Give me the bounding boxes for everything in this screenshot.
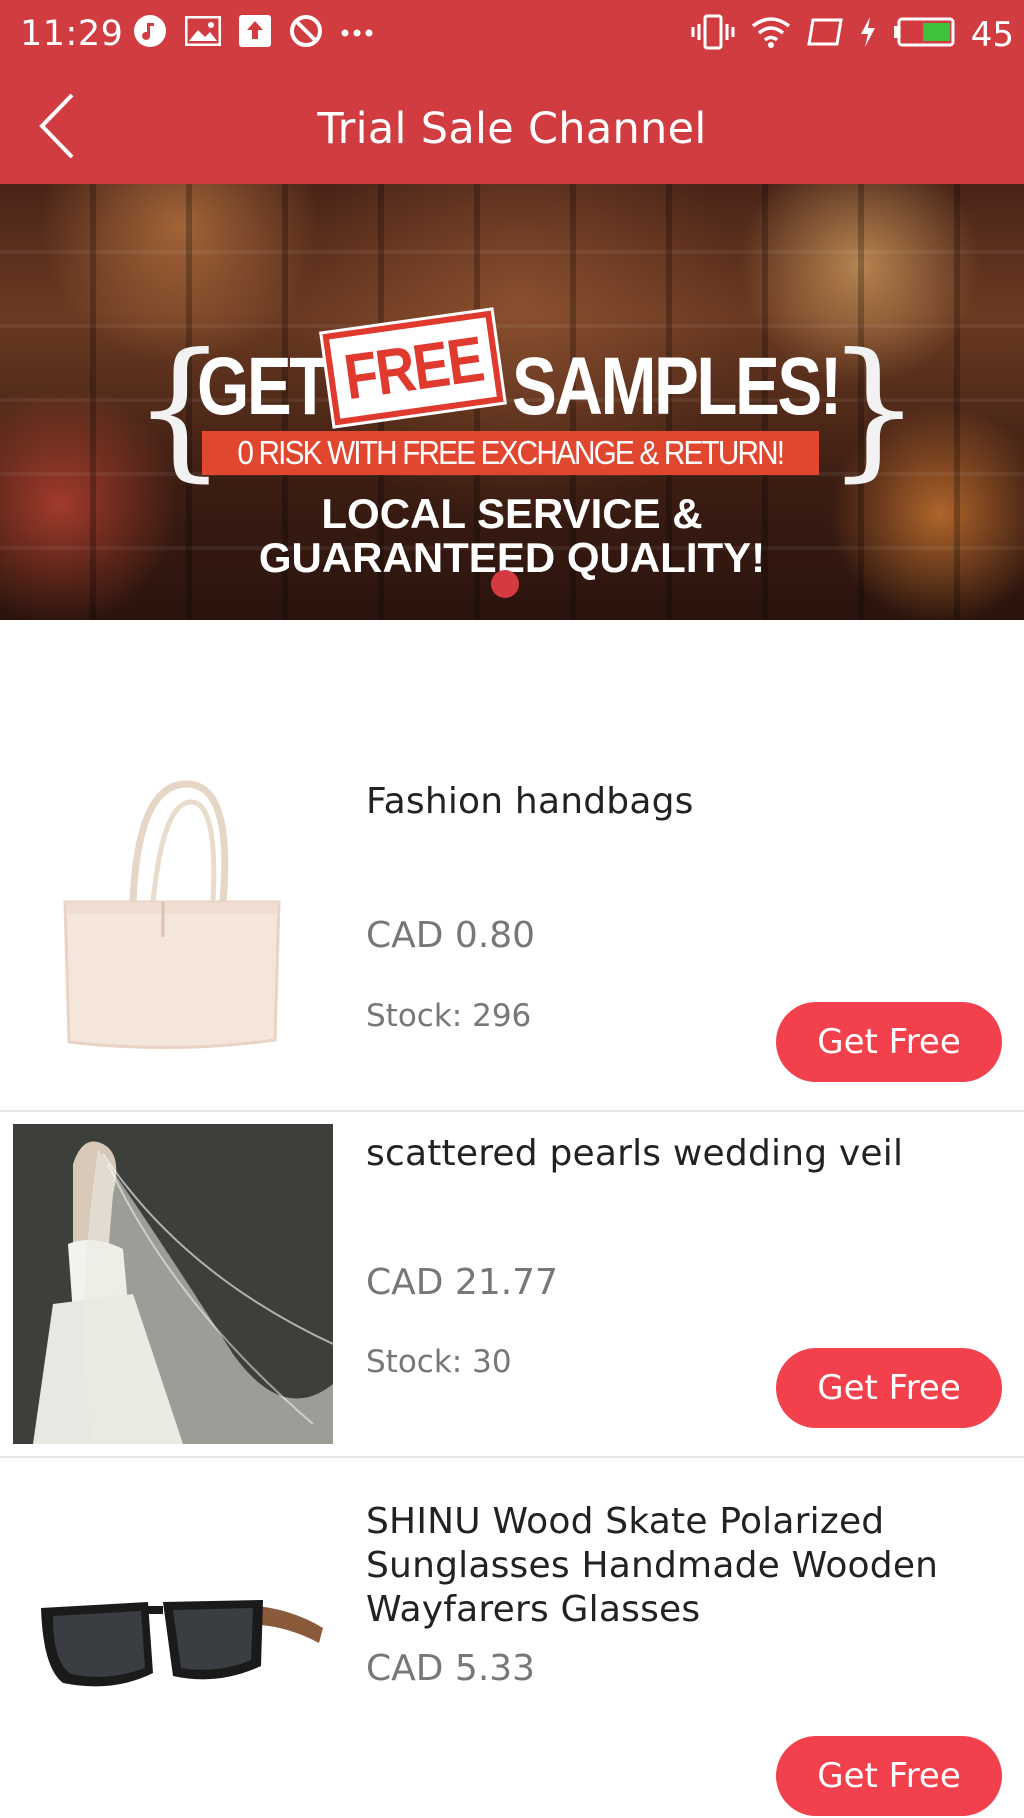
charging-icon (859, 16, 877, 53)
banner-subline-1: LOCAL SERVICE & (321, 490, 703, 537)
product-stock: Stock: 30 (366, 1344, 512, 1380)
product-price: CAD 0.80 (366, 915, 536, 956)
vibrate-icon (691, 14, 735, 55)
page-title: Trial Sale Channel (317, 104, 707, 154)
product-item[interactable]: Fashion handbags CAD 0.80 Stock: 296 Get… (0, 740, 1024, 1112)
banner-headline-left: GET (197, 341, 330, 432)
product-price: CAD 21.77 (366, 1262, 558, 1303)
status-time: 11:29 (20, 14, 124, 54)
battery-icon (893, 17, 955, 52)
product-price: CAD 5.33 (366, 1648, 536, 1689)
wedding-veil-image[interactable] (13, 1124, 333, 1444)
product-item[interactable]: scattered pearls wedding veil CAD 21.77 … (0, 1112, 1024, 1458)
banner-headline-right: SAMPLES! (512, 341, 842, 432)
more-icon (341, 25, 373, 43)
status-notification-icons (133, 14, 373, 53)
app-bar: Trial Sale Channel (0, 68, 1024, 184)
wifi-icon (751, 16, 791, 53)
get-free-button[interactable]: Get Free (776, 1348, 1002, 1428)
promo-banner[interactable]: { } GET SAMPLES! 0 RISK WITH FREE EXCHAN… (0, 184, 1024, 620)
music-icon (133, 14, 167, 53)
product-item[interactable]: SHINU Wood Skate Polarized Sunglasses Ha… (0, 1458, 1024, 1818)
product-stock: Stock: 296 (366, 998, 532, 1034)
get-free-button[interactable]: Get Free (776, 1002, 1002, 1082)
carousel-indicator-dot[interactable] (491, 570, 519, 598)
handbag-image[interactable] (13, 762, 333, 1082)
image-icon (184, 15, 222, 51)
product-name[interactable]: SHINU Wood Skate Polarized Sunglasses Ha… (366, 1500, 986, 1632)
battery-level: 45 (970, 14, 1014, 55)
blocked-icon (289, 14, 323, 53)
sunglasses-image[interactable] (13, 1498, 333, 1818)
banner-brace-right: } (826, 322, 922, 496)
status-bar: 11:29 45 (0, 0, 1024, 68)
status-system-icons: 45 (691, 14, 1014, 55)
screen-icon (806, 17, 843, 52)
banner-free-text: FREE (339, 322, 487, 414)
banner-risk-strip: 0 RISK WITH FREE EXCHANGE & RETURN! (202, 431, 819, 475)
product-name[interactable]: scattered pearls wedding veil (366, 1132, 903, 1176)
product-name[interactable]: Fashion handbags (366, 780, 694, 824)
banner-risk-text: 0 RISK WITH FREE EXCHANGE & RETURN! (237, 434, 786, 471)
upload-icon (239, 15, 271, 52)
get-free-button[interactable]: Get Free (776, 1736, 1002, 1816)
